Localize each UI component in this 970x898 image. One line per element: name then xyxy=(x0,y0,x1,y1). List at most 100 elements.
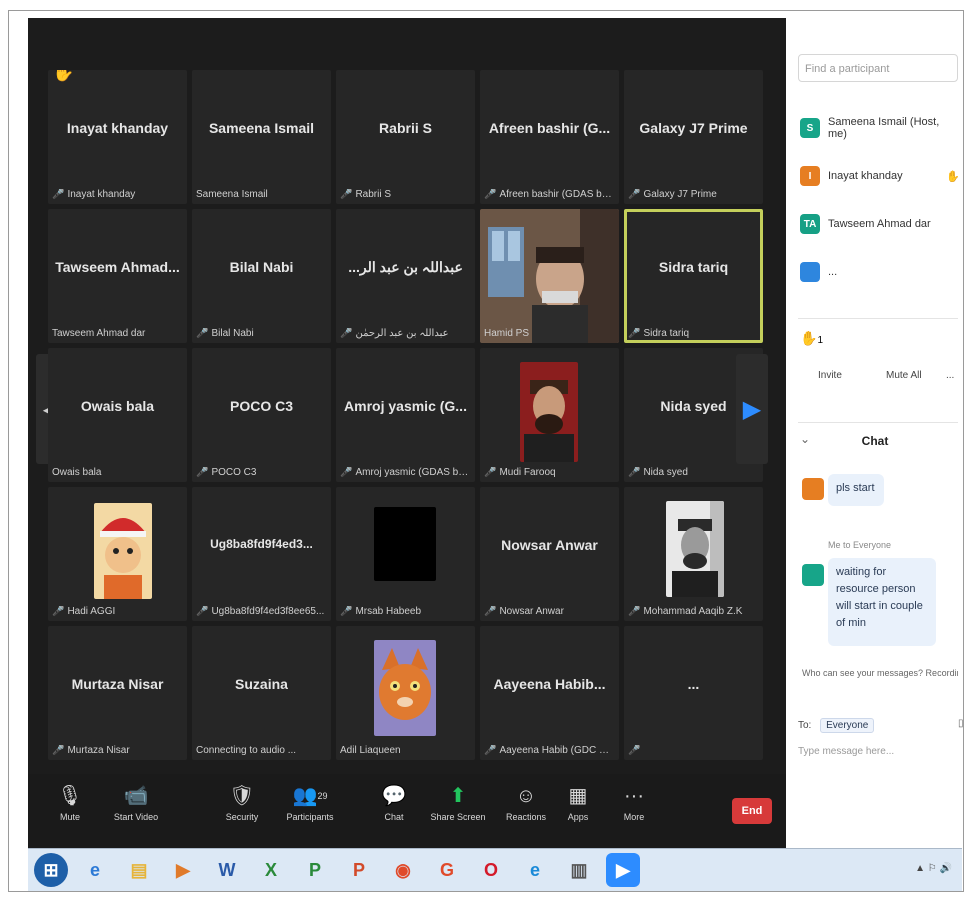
apps-button[interactable]: ▦ Apps xyxy=(548,782,608,822)
participant-video-tile[interactable]: Hamid PS xyxy=(480,209,619,343)
raised-hand-icon: ✋ xyxy=(52,70,75,82)
participant-list-item[interactable]: S Sameena Ismail (Host, me) xyxy=(800,104,960,152)
avatar xyxy=(802,564,824,586)
security-button[interactable]: 🛡 Security xyxy=(212,782,272,822)
participant-tile[interactable]: Afreen bashir (G... 🎤 Afreen bashir (GDAS… xyxy=(480,70,619,204)
participant-tile[interactable]: Murtaza Nisar 🎤 Murtaza Nisar xyxy=(48,626,187,760)
zoom-app-icon[interactable]: ▶ xyxy=(606,853,640,887)
participant-name-large: Inayat khanday xyxy=(66,120,169,136)
more-label: More xyxy=(623,812,645,822)
paint-icon[interactable]: ◉ xyxy=(386,853,420,887)
find-participant-input[interactable]: Find a participant xyxy=(798,54,958,82)
muted-mic-icon: 🎤 xyxy=(196,467,209,478)
recipient-selector[interactable]: To: Everyone ▯ xyxy=(798,718,964,733)
participant-tile[interactable]: POCO C3 🎤 POCO C3 xyxy=(192,348,331,482)
active-speaker-tile[interactable]: Sidra tariq 🎤 Sidra tariq xyxy=(624,209,763,343)
participant-profile-photo xyxy=(666,501,724,597)
participant-tile[interactable]: Ug8ba8fd9f4ed3... 🎤 Ug8ba8fd9f4ed3f8ee65.… xyxy=(192,487,331,621)
participant-name-large: Nowsar Anwar xyxy=(501,537,598,553)
participant-tile[interactable]: 🎤 Hadi AGGI xyxy=(48,487,187,621)
meeting-toolbar: 🎙 Mute 📹 Start Video 🛡 Security 👥29 Part… xyxy=(28,774,786,848)
excel-icon[interactable]: X xyxy=(254,853,288,887)
participant-name-tag: 🎤 Mrsab Habeeb xyxy=(340,606,471,617)
participant-tile[interactable]: Tawseem Ahmad... Tawseem Ahmad dar xyxy=(48,209,187,343)
chat-button[interactable]: 💬 Chat xyxy=(364,782,424,822)
publisher-icon[interactable]: P xyxy=(298,853,332,887)
participant-tile[interactable]: Aayeena Habib... 🎤 Aayeena Habib (GDC Sop… xyxy=(480,626,619,760)
end-meeting-button[interactable]: End xyxy=(732,798,772,824)
participant-name-tag: 🎤 Mudi Farooq xyxy=(484,467,615,478)
more-button[interactable]: ··· More xyxy=(604,782,664,822)
share-screen-button[interactable]: ⬆ Share Screen xyxy=(428,782,488,822)
word-icon[interactable]: W xyxy=(210,853,244,887)
participant-list-item[interactable]: I Inayat khanday ✋ xyxy=(800,152,960,200)
participant-tile[interactable]: Nowsar Anwar 🎤 Nowsar Anwar xyxy=(480,487,619,621)
participant-name-tag: 🎤 Inayat khanday xyxy=(52,189,183,200)
message-visibility-notice[interactable]: Who can see your messages? Recording on xyxy=(802,668,958,678)
participants-button[interactable]: 👥29 Participants xyxy=(280,782,340,822)
participant-name-tag: 🎤 Sidra tariq xyxy=(628,328,759,339)
participant-name-tag: 🎤 Rabrii S xyxy=(340,189,471,200)
avatar: TA xyxy=(800,214,820,234)
participant-name-large: Afreen bashir (G... xyxy=(488,120,611,136)
chrome-icon[interactable]: G xyxy=(430,853,464,887)
participant-tile[interactable]: ...عبداللہ بن عبد الر 🎤 عبداللہ بن عبد ال… xyxy=(336,209,475,343)
file-icon[interactable]: ▯ xyxy=(958,718,964,729)
chat-title: Chat xyxy=(861,434,889,448)
file-explorer-icon[interactable]: ▤ xyxy=(122,853,156,887)
participant-tile[interactable]: Amroj yasmic (G... 🎤 Amroj yasmic (GDAS b… xyxy=(336,348,475,482)
participant-tile[interactable]: Owais bala Owais bala xyxy=(48,348,187,482)
system-tray[interactable]: ▲ ⚐ 🔊 xyxy=(915,863,952,874)
participant-list-item[interactable]: ... xyxy=(800,248,960,296)
invite-button[interactable]: Invite xyxy=(818,370,842,381)
reactions-button[interactable]: ☺ Reactions xyxy=(496,782,556,822)
apps-label: Apps xyxy=(567,812,589,822)
muted-mic-icon: 🎤 xyxy=(628,467,641,478)
start-video-button[interactable]: 📹 Start Video xyxy=(106,782,166,822)
participant-tile[interactable]: Galaxy J7 Prime 🎤 Galaxy J7 Prime xyxy=(624,70,763,204)
participant-tile[interactable]: ✋ Inayat khanday 🎤 Inayat khanday xyxy=(48,70,187,204)
internet-explorer-icon[interactable]: e xyxy=(78,853,112,887)
participant-tile[interactable]: ... 🎤 xyxy=(624,626,763,760)
edge-icon[interactable]: e xyxy=(518,853,552,887)
participant-tile[interactable]: 🎤 Mrsab Habeeb xyxy=(336,487,475,621)
mic-icon: 🎙 xyxy=(57,785,83,807)
participant-name-label: Nida syed xyxy=(643,467,688,478)
notepad-icon[interactable]: ▥ xyxy=(562,853,596,887)
participant-list-name: Inayat khanday xyxy=(828,170,903,182)
participant-profile-photo xyxy=(374,640,436,736)
mute-button[interactable]: 🎙 Mute xyxy=(40,782,100,822)
participant-profile-photo xyxy=(520,362,578,462)
participant-tile[interactable]: Bilal Nabi 🎤 Bilal Nabi xyxy=(192,209,331,343)
participant-name-tag: Connecting to audio ... xyxy=(196,745,327,756)
participant-tile[interactable]: Rabrii S 🎤 Rabrii S xyxy=(336,70,475,204)
participant-name-large: Murtaza Nisar xyxy=(71,676,164,692)
participant-name-label: Aayeena Habib (GDC Sopo... xyxy=(499,745,615,756)
participant-name-label: Inayat khanday xyxy=(67,189,136,200)
start-menu-icon[interactable]: ⊞ xyxy=(34,853,68,887)
participant-tile[interactable]: Sameena Ismail Sameena Ismail xyxy=(192,70,331,204)
participant-profile-photo xyxy=(374,507,436,581)
opera-icon[interactable]: O xyxy=(474,853,508,887)
participant-tile[interactable]: Suzaina Connecting to audio ... xyxy=(192,626,331,760)
mute-all-button[interactable]: Mute All xyxy=(886,370,922,381)
participant-name-large: ... xyxy=(687,676,700,692)
raised-hand-count: ✋1 xyxy=(800,330,823,346)
participant-tile[interactable]: 🎤 Mohammad Aaqib Z.K xyxy=(624,487,763,621)
participant-name-label: Owais bala xyxy=(52,467,102,478)
muted-mic-icon: 🎤 xyxy=(52,189,65,200)
chat-message-input[interactable]: Type message here... xyxy=(798,746,894,757)
participant-tile[interactable]: 🎤 Mudi Farooq xyxy=(480,348,619,482)
participant-name-label: Adil Liaqueen xyxy=(340,745,401,756)
powerpoint-icon[interactable]: P xyxy=(342,853,376,887)
participant-tile[interactable]: Adil Liaqueen xyxy=(336,626,475,760)
participant-list-item[interactable]: TA Tawseem Ahmad dar xyxy=(800,200,960,248)
media-player-icon[interactable]: ▶ xyxy=(166,853,200,887)
participant-name-label: Sidra tariq xyxy=(643,328,690,339)
participant-name-label: Afreen bashir (GDAS berg... xyxy=(499,189,615,200)
muted-mic-icon: 🎤 xyxy=(484,745,497,756)
windows-taskbar: ⊞ e ▤ ▶ W X P P ◉ G O e ▥ ▶ ▲ ⚐ 🔊 xyxy=(28,848,962,891)
next-page-arrow-icon[interactable]: ▶ xyxy=(736,354,768,464)
recipient-dropdown[interactable]: Everyone xyxy=(820,718,875,733)
more-options-button[interactable]: ... xyxy=(946,370,954,381)
